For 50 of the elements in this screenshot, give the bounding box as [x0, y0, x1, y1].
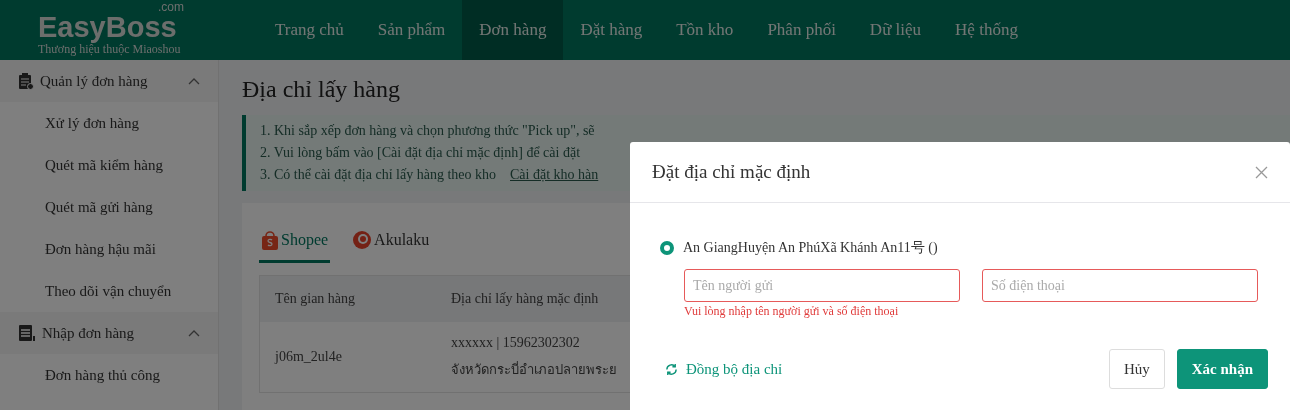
- page-title: Địa chỉ lấy hàng: [242, 76, 401, 103]
- nav-tab[interactable]: Tồn kho: [659, 0, 751, 60]
- notice-line: 1. Khi sắp xếp đơn hàng và chọn phương thức "Pick up", sẽ: [260, 122, 596, 140]
- confirm-button[interactable]: Xác nhận: [1176, 349, 1268, 389]
- nav-tab[interactable]: Đặt hàng: [563, 0, 660, 60]
- chevron-up-icon: [188, 329, 200, 337]
- shopping-bag-icon: [261, 229, 279, 250]
- nav-tab[interactable]: Phân phối: [750, 0, 853, 60]
- contact-text: xxxxxx | 15962302302: [451, 334, 580, 351]
- close-icon: [1255, 165, 1268, 179]
- sidebar-group[interactable]: Quản lý đơn hàng: [0, 60, 218, 102]
- notice-line: 3. Có thể cài đặt địa chỉ lấy hàng theo kho: [260, 166, 496, 184]
- nav-tab[interactable]: Dữ liệu: [852, 0, 939, 60]
- notice-line: 2. Vui lòng bấm vào [Cài đặt địa chỉ mặc định] để cài đặt: [260, 144, 582, 162]
- logo-tagline: Thương hiệu thuộc Miaoshou: [38, 42, 182, 57]
- warehouse-settings-link[interactable]: Cài đặt kho hàn: [510, 165, 599, 185]
- sender-name-field[interactable]: Tên người gửi: [684, 269, 960, 302]
- logo-suffix: .com: [158, 0, 184, 14]
- circle-logo-icon: [352, 229, 373, 250]
- sidebar-item[interactable]: Đơn hàng hậu mãi: [0, 228, 218, 270]
- nav-tab[interactable]: Hệ thống: [938, 0, 1035, 60]
- cancel-button[interactable]: Hủy: [1108, 349, 1165, 389]
- sidebar-item[interactable]: Xử lý đơn hàng: [0, 102, 218, 144]
- clipboard-check-icon: [18, 72, 34, 90]
- logo-text: EasyBoss: [38, 11, 177, 44]
- table-cell-text: j06m_2ul4e: [273, 349, 343, 365]
- sidebar-item[interactable]: Quét mã gửi hàng: [0, 186, 218, 228]
- refresh-icon: [665, 362, 678, 376]
- phone-field[interactable]: Số điện thoại: [982, 269, 1258, 302]
- sync-address-link[interactable]: Đồng bộ địa chỉ: [665, 360, 783, 378]
- radio-button[interactable]: [660, 241, 674, 255]
- error-message: Vui lòng nhập tên người gửi và số điện thoại: [684, 304, 900, 319]
- column-header: Địa chỉ lấy hàng mặc định: [450, 291, 600, 307]
- column-header: Tên gian hàng: [274, 291, 357, 307]
- dialog-title: Đặt địa chỉ mặc định: [652, 161, 811, 183]
- address-option-label: An GiangHuyện An PhúXã Khánh An11号 (): [683, 239, 938, 257]
- address-text: จังหวัดกระบี่อำเภอปลายพระย: [451, 360, 617, 379]
- platform-tab[interactable]: Akulaku: [350, 219, 432, 263]
- nav-tab[interactable]: Trang chủ: [258, 0, 361, 60]
- nav-tab[interactable]: Đơn hàng: [462, 0, 564, 60]
- sidebar-group[interactable]: Nhập đơn hàng: [0, 312, 218, 354]
- sidebar-group-label: Nhập đơn hàng: [42, 324, 136, 342]
- sidebar-item[interactable]: Quét mã kiểm hàng: [0, 144, 218, 186]
- platform-tab[interactable]: Shopee: [259, 219, 331, 263]
- sidebar-item[interactable]: Theo dõi vận chuyển: [0, 270, 218, 312]
- sidebar-item[interactable]: Đơn hàng thủ công: [0, 354, 218, 396]
- chevron-up-icon: [188, 77, 200, 85]
- document-icon: [18, 324, 36, 342]
- sidebar-group-label: Quản lý đơn hàng: [40, 72, 149, 90]
- address-option[interactable]: An GiangHuyện An PhúXã Khánh An11号 (): [660, 239, 1259, 257]
